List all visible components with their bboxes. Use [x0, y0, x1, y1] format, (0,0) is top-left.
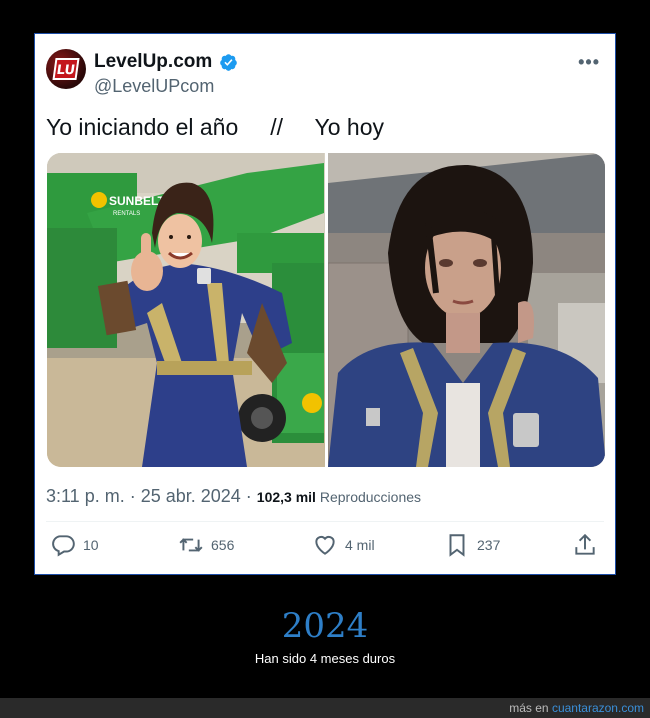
photo-right[interactable]	[327, 153, 605, 467]
verified-badge-icon	[220, 54, 237, 71]
site-footer: más en cuantarazon.com	[0, 698, 650, 718]
bookmark-count: 237	[477, 537, 501, 553]
divider	[46, 521, 604, 522]
caption-title: 2024	[281, 606, 369, 646]
tweet-card: LU LevelUp.com @LevelUPcom ••• Yo inicia…	[36, 35, 614, 573]
caption-subtitle: Han sido 4 meses duros	[254, 651, 396, 666]
tweet-text: Yo iniciando el año // Yo hoy	[46, 114, 385, 140]
reply-icon	[52, 535, 75, 557]
account-name[interactable]: LevelUp.com	[94, 51, 212, 73]
views-label: Reproducciones	[315, 489, 422, 505]
views-count: 102,3 mil	[256, 489, 316, 505]
bookmark-button[interactable]: 237	[444, 532, 500, 558]
retweet-icon	[179, 538, 203, 552]
tweet-actions: 10 656 4 mil 237	[46, 532, 604, 562]
footer-link[interactable]: cuantarazon.com	[552, 701, 644, 715]
reply-button[interactable]: 10	[50, 532, 99, 558]
bookmark-icon	[449, 534, 465, 557]
reply-count: 10	[83, 537, 99, 553]
share-icon	[575, 533, 595, 555]
share-button[interactable]	[572, 532, 598, 558]
tweet-timestamp[interactable]: 3:11 p. m. · 25 abr. 2024 ·	[46, 486, 257, 506]
avatar[interactable]: LU	[46, 49, 86, 89]
account-handle[interactable]: @LevelUPcom	[94, 76, 214, 97]
tweet-photos[interactable]: SUNBELT RENTALS	[47, 153, 605, 467]
tweet-frame: LU LevelUp.com @LevelUPcom ••• Yo inicia…	[34, 33, 616, 575]
sign-subtext: RENTALS	[113, 211, 140, 217]
retweet-count: 656	[211, 537, 235, 553]
like-button[interactable]: 4 mil	[312, 532, 375, 558]
photo-right-illustration	[327, 153, 605, 467]
retweet-button[interactable]: 656	[178, 532, 234, 558]
sign-text: SUNBELT	[109, 194, 165, 208]
more-options-icon[interactable]: •••	[578, 52, 600, 73]
heart-icon	[315, 535, 335, 555]
levelup-logo: LU	[52, 58, 80, 80]
like-count: 4 mil	[345, 537, 375, 553]
photo-left[interactable]: SUNBELT RENTALS	[47, 153, 325, 467]
photo-left-illustration: SUNBELT RENTALS	[47, 153, 324, 467]
footer-prefix: más en	[509, 701, 552, 715]
tweet-meta: 3:11 p. m. · 25 abr. 2024 · 102,3 mil Re…	[46, 486, 421, 507]
